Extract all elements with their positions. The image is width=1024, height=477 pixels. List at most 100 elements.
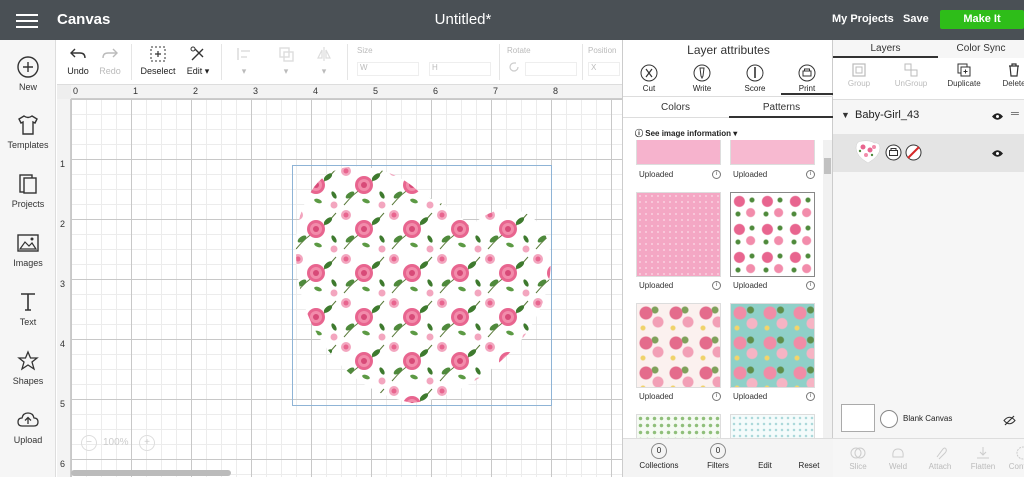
op-print-button[interactable]: Print bbox=[781, 64, 833, 95]
sidebar-item-images[interactable]: Images bbox=[0, 231, 56, 268]
sidebar-item-label: Text bbox=[19, 317, 37, 327]
info-icon[interactable]: i bbox=[806, 170, 815, 179]
eye-icon[interactable] bbox=[991, 149, 1004, 158]
layers-panel: Layers Color Sync Group UnGroup Duplicat… bbox=[833, 40, 1024, 477]
pattern-thumb[interactable] bbox=[636, 140, 721, 165]
tab-color-sync[interactable]: Color Sync bbox=[938, 40, 1024, 58]
collections-button[interactable]: 0 Collections bbox=[637, 443, 681, 470]
weld-button[interactable]: Weld bbox=[883, 445, 913, 471]
canvas-color-swatch[interactable] bbox=[880, 410, 898, 428]
height-input[interactable]: H bbox=[429, 62, 491, 76]
toolbar-divider bbox=[499, 44, 500, 80]
flatten-button[interactable]: Flatten bbox=[966, 445, 1000, 471]
layer-group-row[interactable]: ▼ Baby-Girl_43 ═ bbox=[833, 104, 1024, 128]
rotate-input[interactable] bbox=[525, 62, 577, 76]
layer-row[interactable] bbox=[833, 134, 1024, 172]
redo-button[interactable]: Redo bbox=[97, 40, 123, 85]
op-cut-button[interactable]: Cut bbox=[623, 64, 675, 93]
zoom-out-button[interactable]: − bbox=[81, 435, 97, 451]
caret-down-icon[interactable]: ▼ bbox=[841, 110, 850, 120]
top-bar: Canvas Untitled* My Projects Save Make I… bbox=[0, 0, 1024, 40]
blank-canvas-thumbnail bbox=[841, 404, 875, 432]
info-icon[interactable]: i bbox=[712, 170, 721, 179]
undo-button[interactable]: Undo bbox=[65, 40, 91, 85]
pattern-thumb[interactable] bbox=[730, 303, 815, 388]
align-dropdown[interactable]: ▾ bbox=[227, 40, 261, 85]
no-fill-color-icon[interactable] bbox=[905, 144, 922, 161]
eye-hidden-icon[interactable] bbox=[1003, 415, 1016, 426]
op-score-button[interactable]: Score bbox=[729, 64, 781, 93]
group-button[interactable]: Group bbox=[843, 62, 875, 88]
layer-attributes-title: Layer attributes bbox=[687, 43, 770, 57]
scrollbar-thumb[interactable] bbox=[824, 158, 831, 174]
rotate-icon[interactable] bbox=[507, 60, 521, 74]
reset-button[interactable]: Reset bbox=[795, 461, 823, 470]
my-projects-link[interactable]: My Projects bbox=[832, 13, 894, 25]
edit-pattern-button[interactable]: Edit bbox=[753, 461, 777, 470]
sidebar-item-templates[interactable]: Templates bbox=[0, 113, 56, 150]
position-x-input[interactable]: X bbox=[588, 62, 620, 76]
pattern-thumb[interactable] bbox=[730, 140, 815, 165]
sidebar-item-upload[interactable]: Upload bbox=[0, 408, 56, 445]
blank-canvas-row[interactable]: Blank Canvas bbox=[833, 400, 1024, 434]
sidebar-item-shapes[interactable]: Shapes bbox=[0, 349, 56, 386]
edit-dropdown[interactable]: Edit ▾ bbox=[182, 40, 214, 85]
pattern-thumb[interactable] bbox=[636, 303, 721, 388]
slice-label: Slice bbox=[849, 462, 867, 471]
pattern-scrollbar[interactable] bbox=[823, 140, 832, 438]
selection-bounding-box[interactable] bbox=[292, 165, 552, 406]
slice-icon bbox=[850, 447, 866, 459]
printer-icon bbox=[885, 144, 902, 161]
redo-icon bbox=[102, 48, 118, 59]
op-write-button[interactable]: Write bbox=[676, 64, 728, 93]
slice-button[interactable]: Slice bbox=[843, 445, 873, 471]
pattern-thumb-selected[interactable] bbox=[730, 192, 815, 277]
zoom-in-button[interactable]: + bbox=[139, 435, 155, 451]
make-it-button[interactable]: Make It bbox=[940, 10, 1024, 29]
layer-tools: Group UnGroup Duplicate Delete bbox=[833, 58, 1024, 100]
pattern-thumb[interactable] bbox=[730, 414, 815, 438]
horizontal-scrollbar[interactable] bbox=[71, 470, 231, 476]
sidebar-item-text[interactable]: Text bbox=[0, 290, 56, 327]
ungroup-button[interactable]: UnGroup bbox=[891, 62, 931, 88]
ruler-tick-label: 3 bbox=[60, 279, 66, 289]
save-button[interactable]: Save bbox=[903, 13, 929, 25]
delete-button[interactable]: Delete bbox=[999, 62, 1024, 88]
pattern-thumb[interactable] bbox=[636, 192, 721, 277]
duplicate-button[interactable]: Duplicate bbox=[943, 62, 985, 88]
scissors-pen-icon bbox=[190, 46, 204, 61]
info-icon[interactable]: i bbox=[712, 281, 721, 290]
eye-icon[interactable] bbox=[991, 112, 1004, 121]
attach-button[interactable]: Attach bbox=[924, 445, 956, 471]
left-sidebar: New Templates Projects Images Text Shape… bbox=[0, 40, 56, 477]
pattern-footer: 0 Collections 0 Filters Edit Reset bbox=[623, 438, 834, 477]
sidebar-item-label: Projects bbox=[11, 199, 45, 209]
design-canvas[interactable]: 0 1 2 3 4 5 6 7 8 1 2 3 4 5 6 − 100% + bbox=[57, 85, 622, 477]
edit-toolbar: Undo Redo Deselect Edit ▾ ▾ ▾ ▾ Size W H… bbox=[57, 40, 622, 85]
info-icon[interactable]: i bbox=[712, 392, 721, 401]
pattern-thumb[interactable] bbox=[636, 414, 721, 438]
tab-layers[interactable]: Layers bbox=[833, 40, 938, 58]
ruler-left: 1 2 3 4 5 6 bbox=[57, 99, 71, 477]
deselect-button[interactable]: Deselect bbox=[139, 40, 177, 85]
arrange-dropdown[interactable]: ▾ bbox=[267, 40, 305, 85]
zoom-level: 100% bbox=[103, 437, 129, 448]
filters-count: 0 bbox=[710, 443, 726, 459]
sidebar-item-new[interactable]: New bbox=[0, 55, 56, 92]
flip-dropdown[interactable]: ▾ bbox=[309, 40, 339, 85]
sidebar-item-projects[interactable]: Projects bbox=[0, 172, 56, 209]
see-image-information-link[interactable]: ⓘ See image information ▾ bbox=[635, 128, 737, 139]
size-label: Size bbox=[357, 46, 373, 55]
info-icon[interactable]: i bbox=[806, 392, 815, 401]
contour-icon bbox=[1016, 446, 1024, 460]
tab-colors[interactable]: Colors bbox=[623, 97, 728, 118]
layer-thumbnail bbox=[855, 140, 881, 164]
filters-button[interactable]: 0 Filters bbox=[701, 443, 735, 470]
menu-lines-icon[interactable]: ═ bbox=[1011, 108, 1019, 120]
info-icon[interactable]: i bbox=[806, 281, 815, 290]
tab-patterns[interactable]: Patterns bbox=[729, 97, 834, 118]
document-title[interactable]: Untitled* bbox=[0, 11, 926, 28]
contour-button[interactable]: Contour bbox=[1006, 445, 1024, 471]
width-input[interactable]: W bbox=[357, 62, 419, 76]
collections-label: Collections bbox=[639, 461, 679, 470]
